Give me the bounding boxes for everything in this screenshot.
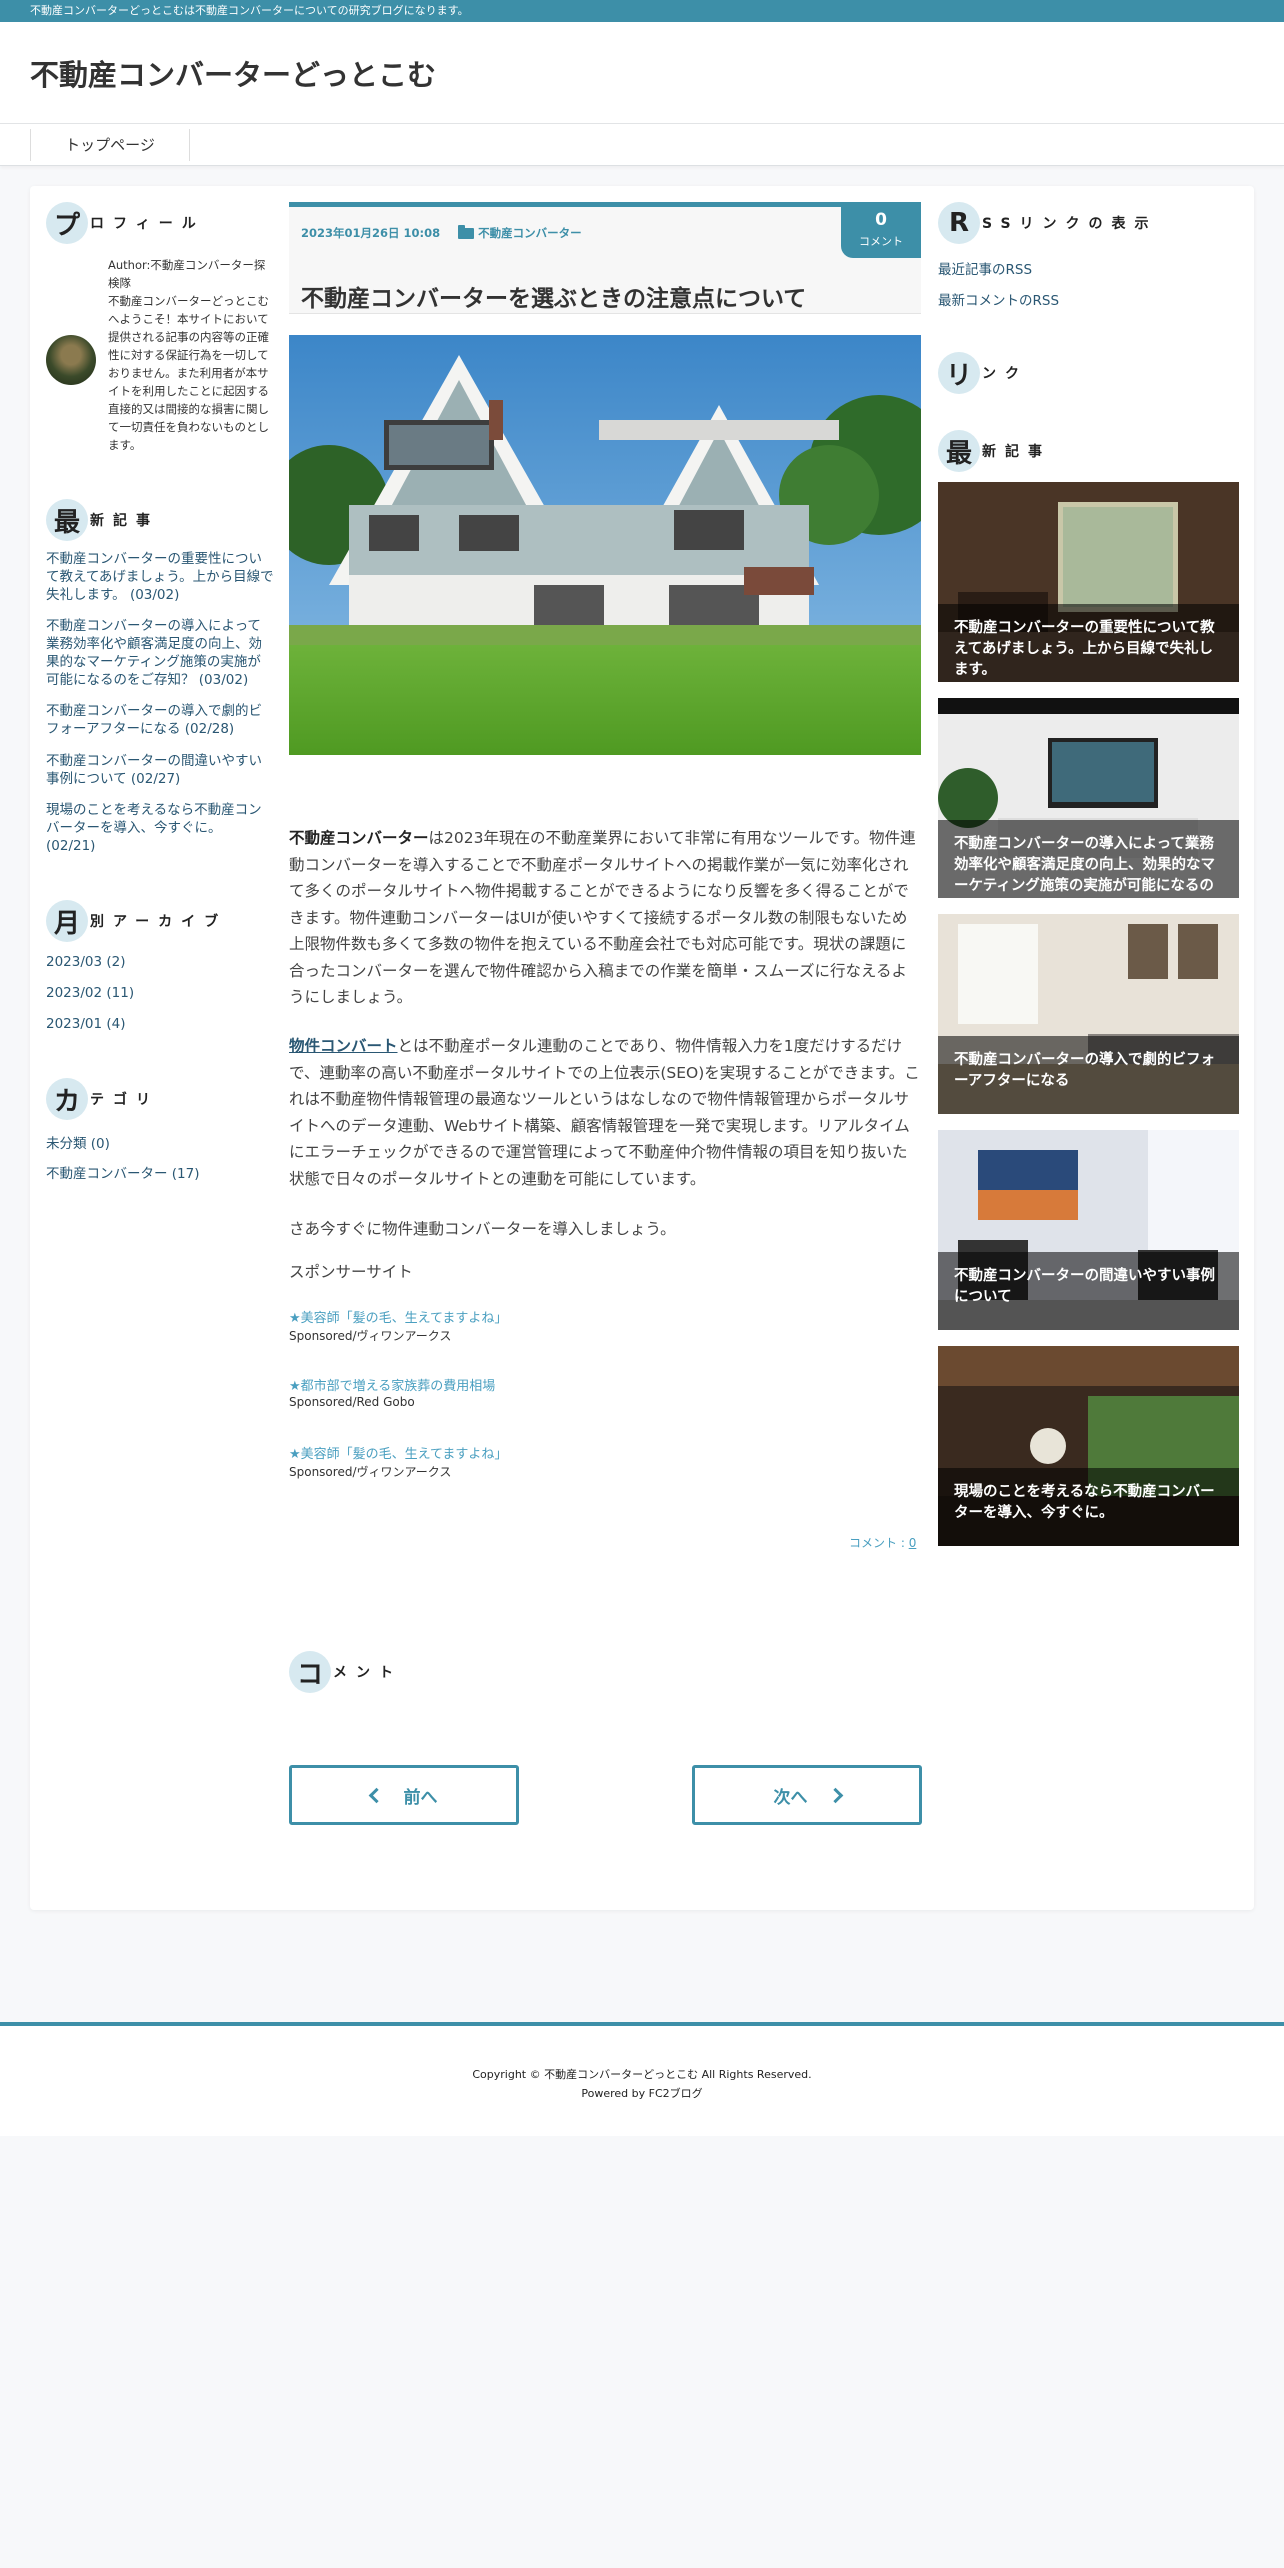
sponsor-by: Sponsored/ヴィワンアークス — [289, 1465, 452, 1479]
category-link[interactable]: 未分類 (0) — [46, 1132, 110, 1152]
category-heading: カ テゴリ — [46, 1076, 159, 1122]
recent-post-card[interactable]: 不動産コンバーターの導入によって業務効率化や顧客満足度の向上、効果的なマーケティ… — [938, 698, 1239, 898]
comment-link-prefix: コメント : — [849, 1536, 909, 1550]
card-caption: 不動産コンバーターの導入によって業務効率化や顧客満足度の向上、効果的なマーケティ… — [938, 820, 1239, 898]
site-footer: Copyright © 不動産コンバーターどっとこむ All Rights Re… — [0, 2022, 1284, 2136]
article-category-link[interactable]: 不動産コンバーター — [478, 225, 582, 241]
article-comment-link[interactable]: コメント : 0 — [849, 1534, 916, 1551]
archive-heading-rest: 別アーカイブ — [90, 914, 228, 930]
sponsor-link[interactable]: ★美容師「髪の毛、生えてますよね」 — [289, 1307, 507, 1326]
links-heading-initial: リ — [938, 352, 980, 394]
profile-text: Author:不動産コンバーター探検隊 不動産コンバーターどっとこむへようこそ！… — [108, 258, 269, 452]
recent-post-link[interactable]: 不動産コンバーターの導入によって業務効率化や顧客満足度の向上、効果的なマーケティ… — [46, 617, 274, 689]
avatar — [46, 335, 96, 385]
article-paragraph-1-text: は2023年現在の不動産業界において非常に有用なツールです。物件連動コンバーター… — [289, 829, 916, 1006]
comment-count-label: コメント — [859, 235, 903, 248]
article-inline-link[interactable]: 物件コンバート — [289, 1037, 398, 1055]
sponsor-by: Sponsored/ヴィワンアークス — [289, 1329, 452, 1343]
archive-link[interactable]: 2023/03 (2) — [46, 954, 126, 970]
sponsor-heading: スポンサーサイト — [289, 1263, 413, 1281]
sponsor-by: Sponsored/Red Gobo — [289, 1395, 415, 1409]
prev-page-button[interactable]: 前へ — [289, 1765, 519, 1825]
recent-post-link[interactable]: 不動産コンバーターの導入で劇的ビフォーアフターになる (02/28) — [46, 702, 274, 738]
recent-post-link[interactable]: 不動産コンバーターの重要性について教えてあげましょう。上から目線で失礼します。 … — [46, 550, 274, 604]
article-paragraph-1: 不動産コンバーターは2023年現在の不動産業界において非常に有用なツールです。物… — [289, 825, 921, 1011]
rss-heading-rest: SSリンクの表示 — [982, 216, 1158, 232]
recent-cards-heading: 最 新記事 — [938, 428, 1051, 474]
article-header: 2023年01月26日 10:08 不動産コンバーター 0 コメント 不動産コン… — [289, 202, 921, 314]
prev-page-label: 前へ — [403, 1787, 438, 1808]
chevron-left-icon — [368, 1787, 384, 1803]
rss-heading: R SSリンクの表示 — [938, 200, 1158, 246]
recent-posts-heading: 最 新記事 — [46, 497, 159, 543]
site-header: 不動産コンバーターどっとこむ — [0, 22, 1284, 124]
folder-icon — [458, 224, 475, 239]
recent-post-link[interactable]: 現場のことを考えるなら不動産コンバーターを導入、今すぐに。 (02/21) — [46, 801, 274, 855]
comments-heading-initial: コ — [289, 1651, 331, 1693]
card-caption: 不動産コンバーターの導入で劇的ビフォーアフターになる — [938, 1036, 1239, 1114]
article-paragraph-3: さあ今すぐに物件連動コンバーターを導入しましょう。 — [289, 1220, 676, 1238]
article-title: 不動産コンバーターを選ぶときの注意点について — [301, 286, 807, 312]
card-caption: 現場のことを考えるなら不動産コンバーターを導入、今すぐに。 — [938, 1468, 1239, 1546]
recent-cards-heading-initial: 最 — [938, 430, 980, 472]
rss-recent-comments-link[interactable]: 最新コメントのRSS — [938, 289, 1059, 309]
category-heading-initial: カ — [46, 1078, 88, 1120]
recent-post-card[interactable]: 現場のことを考えるなら不動産コンバーターを導入、今すぐに。 — [938, 1346, 1239, 1546]
archive-link[interactable]: 2023/01 (4) — [46, 1016, 126, 1032]
global-nav: トップページ — [0, 124, 1284, 166]
links-heading-rest: ンク — [982, 366, 1028, 382]
article-hero-image — [289, 335, 921, 755]
comment-count-badge[interactable]: 0 コメント — [841, 202, 921, 258]
profile-heading-initial: プ — [46, 202, 88, 244]
top-notice-text: 不動産コンバーターどっとこむは不動産コンバーターについての研究ブログになります。 — [30, 4, 469, 17]
footer-copyright: Copyright © 不動産コンバーターどっとこむ All Rights Re… — [472, 2068, 812, 2081]
chevron-right-icon — [827, 1787, 843, 1803]
profile-heading-rest: ロフィール — [90, 216, 205, 232]
links-heading: リ ンク — [938, 350, 1028, 396]
category-link[interactable]: 不動産コンバーター (17) — [46, 1162, 200, 1182]
footer-powered-by: Powered by FC2ブログ — [581, 2087, 703, 2100]
category-heading-rest: テゴリ — [90, 1092, 159, 1108]
nav-item-top-page[interactable]: トップページ — [30, 129, 190, 161]
profile-heading: プ ロフィール — [46, 200, 205, 246]
article-date: 2023年01月26日 10:08 — [301, 226, 441, 240]
card-caption: 不動産コンバーターの重要性について教えてあげましょう。上から目線で失礼します。 — [938, 604, 1239, 682]
recent-post-card[interactable]: 不動産コンバーターの導入で劇的ビフォーアフターになる — [938, 914, 1239, 1114]
top-notice-bar: 不動産コンバーターどっとこむは不動産コンバーターについての研究ブログになります。 — [0, 0, 1284, 22]
card-caption: 不動産コンバーターの間違いやすい事例について — [938, 1252, 1239, 1330]
comments-heading: コ メント — [289, 1649, 402, 1695]
recent-posts-heading-initial: 最 — [46, 499, 88, 541]
site-title[interactable]: 不動産コンバーターどっとこむ — [30, 52, 436, 94]
article-paragraph-2: 物件コンバートとは不動産ポータル連動のことであり、物件情報入力を1度だけするだけ… — [289, 1033, 921, 1192]
sponsor-link[interactable]: ★都市部で増える家族葬の費用相場 — [289, 1375, 495, 1394]
recent-post-card[interactable]: 不動産コンバーターの間違いやすい事例について — [938, 1130, 1239, 1330]
next-page-button[interactable]: 次へ — [692, 1765, 922, 1825]
article-meta: 2023年01月26日 10:08 不動産コンバーター — [301, 224, 582, 241]
rss-heading-initial: R — [938, 202, 980, 244]
archive-heading: 月 別アーカイブ — [46, 898, 227, 944]
comment-link-count: 0 — [908, 1536, 917, 1550]
recent-posts-heading-rest: 新記事 — [90, 513, 159, 529]
recent-post-card[interactable]: 不動産コンバーターの重要性について教えてあげましょう。上から目線で失礼します。 — [938, 482, 1239, 682]
archive-link[interactable]: 2023/02 (11) — [46, 985, 134, 1001]
sponsor-link[interactable]: ★美容師「髪の毛、生えてますよね」 — [289, 1443, 507, 1462]
recent-cards-heading-rest: 新記事 — [982, 444, 1051, 460]
rss-recent-posts-link[interactable]: 最近記事のRSS — [938, 258, 1032, 278]
comments-heading-rest: メント — [333, 1665, 402, 1681]
archive-heading-initial: 月 — [46, 900, 88, 942]
article-paragraph-2-text: とは不動産ポータル連動のことであり、物件情報入力を1度だけするだけで、連動率の高… — [289, 1037, 920, 1188]
article-keyword: 不動産コンバーター — [289, 829, 429, 847]
comment-count: 0 — [875, 210, 887, 230]
recent-post-link[interactable]: 不動産コンバーターの間違いやすい事例について (02/27) — [46, 752, 274, 788]
next-page-label: 次へ — [773, 1787, 808, 1808]
